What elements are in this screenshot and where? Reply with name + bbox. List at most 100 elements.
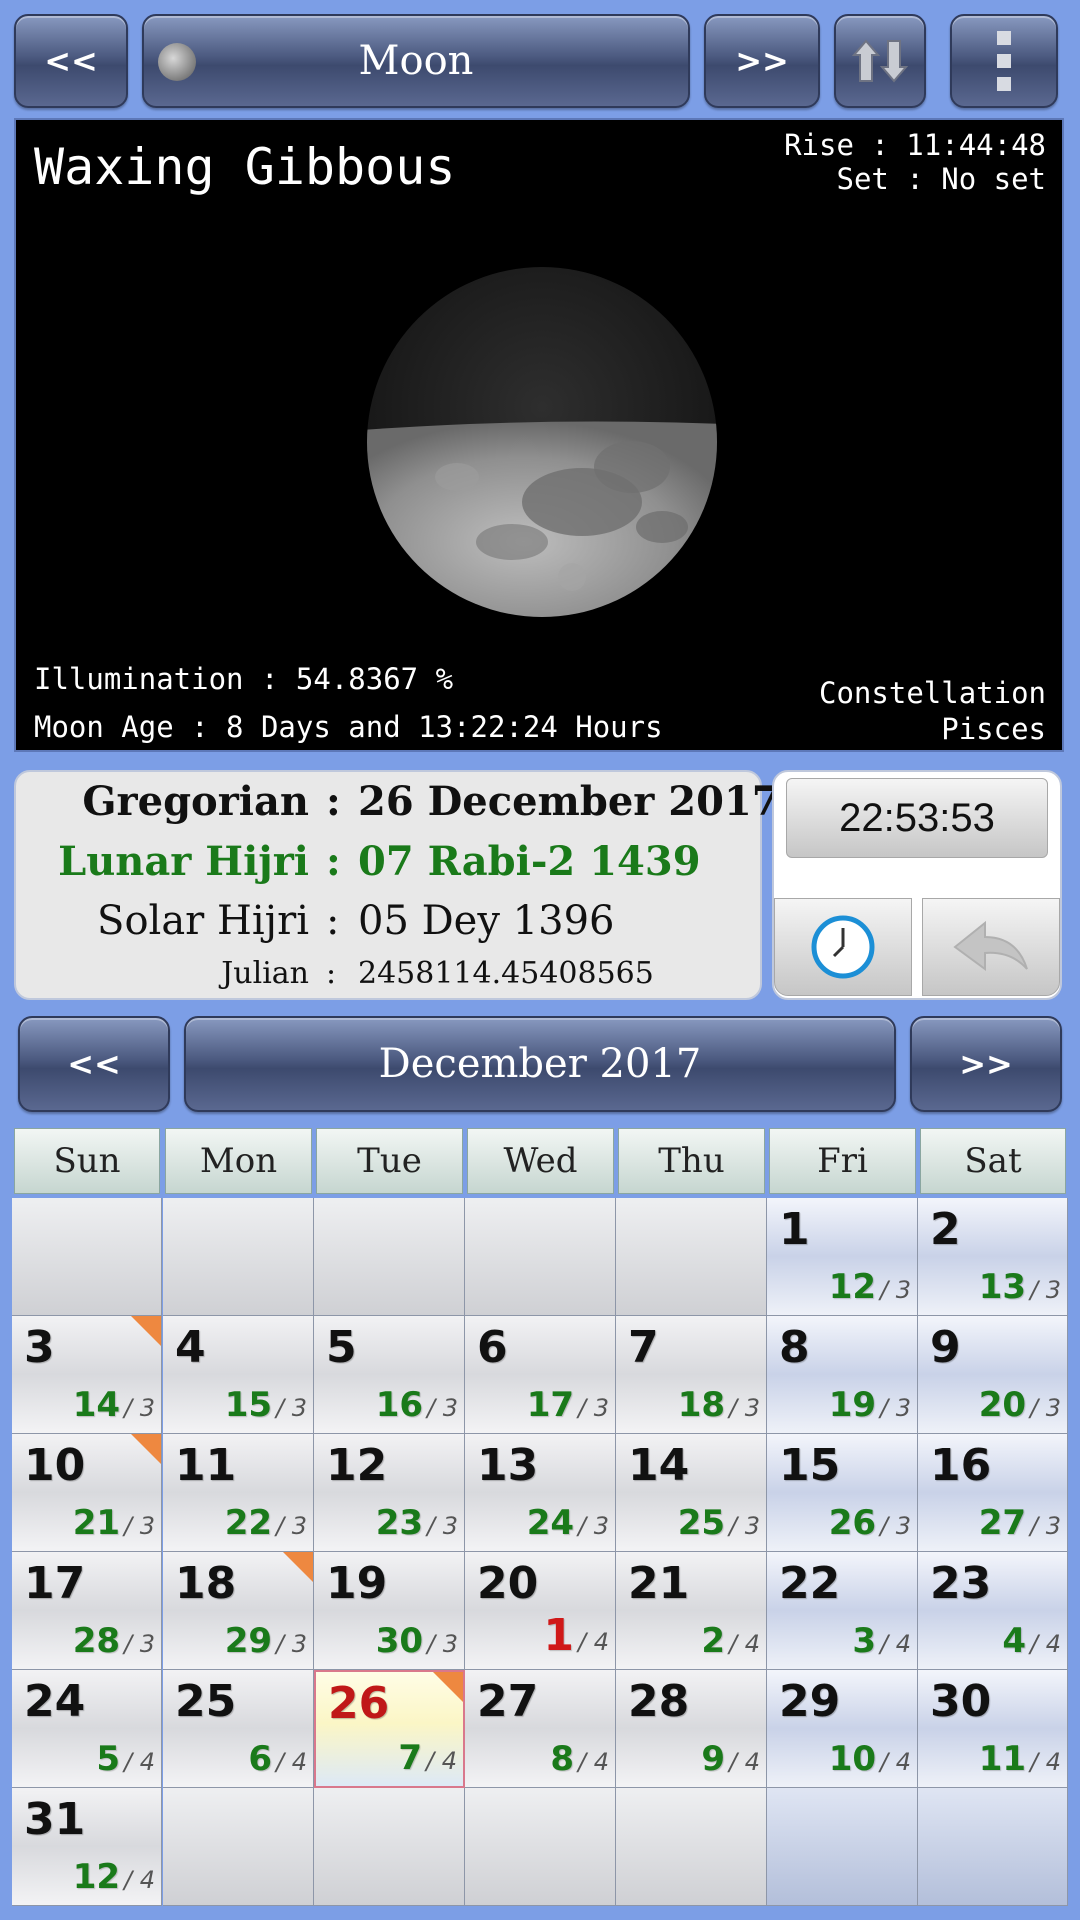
next-day-button[interactable]: >> bbox=[704, 14, 820, 108]
date-info-panel: Gregorian : 26 December 2017 Lunar Hijri… bbox=[14, 770, 780, 1000]
prev-month-button[interactable]: << bbox=[18, 1016, 170, 1112]
gregorian-day-number: 2 bbox=[930, 1204, 961, 1255]
hijri-date: 24/ 3 bbox=[527, 1503, 609, 1543]
month-title-button[interactable]: December 2017 bbox=[184, 1016, 896, 1112]
calendar-day-17[interactable]: 17 28/ 3 bbox=[12, 1552, 162, 1670]
event-marker-icon bbox=[433, 1672, 463, 1702]
swap-button[interactable] bbox=[834, 14, 926, 108]
hijri-month-number: / 3 bbox=[124, 1512, 155, 1540]
gregorian-day-number: 12 bbox=[326, 1440, 388, 1491]
calendar-empty-cell[interactable] bbox=[163, 1788, 314, 1906]
hijri-month-number: / 4 bbox=[578, 1748, 609, 1776]
hijri-date: 10/ 4 bbox=[829, 1739, 911, 1779]
gregorian-day-number: 25 bbox=[175, 1676, 237, 1727]
overflow-menu-button[interactable] bbox=[950, 14, 1058, 108]
calendar-day-25[interactable]: 25 6/ 4 bbox=[163, 1670, 314, 1788]
gregorian-day-number: 30 bbox=[930, 1676, 992, 1727]
calendar-day-13[interactable]: 13 24/ 3 bbox=[465, 1434, 616, 1552]
calendar-day-27[interactable]: 27 8/ 4 bbox=[465, 1670, 616, 1788]
time-display-button[interactable]: 22:53:53 bbox=[786, 778, 1048, 858]
calendar-day-14[interactable]: 14 25/ 3 bbox=[616, 1434, 767, 1552]
hijri-month-number: / 3 bbox=[1030, 1276, 1061, 1304]
weekday-header-sun: Sun bbox=[14, 1128, 160, 1194]
calendar-day-15[interactable]: 15 26/ 3 bbox=[767, 1434, 918, 1552]
gregorian-day-number: 24 bbox=[24, 1676, 86, 1727]
hijri-day-number: 23 bbox=[375, 1503, 424, 1543]
hijri-month-number: / 3 bbox=[276, 1630, 307, 1658]
reset-button[interactable] bbox=[922, 898, 1060, 996]
calendar-empty-cell[interactable] bbox=[616, 1198, 767, 1316]
gregorian-day-number: 8 bbox=[779, 1322, 810, 1373]
calendar-day-30[interactable]: 30 11/ 4 bbox=[918, 1670, 1068, 1788]
calendar-day-7[interactable]: 7 18/ 3 bbox=[616, 1316, 767, 1434]
calendar-empty-cell[interactable] bbox=[314, 1198, 465, 1316]
calendar-empty-cell[interactable] bbox=[767, 1788, 918, 1906]
hijri-date: 17/ 3 bbox=[527, 1385, 609, 1425]
lunar-hijri-value: 07 Rabi-2 1439 bbox=[358, 838, 701, 885]
calendar-day-2[interactable]: 2 13/ 3 bbox=[918, 1198, 1068, 1316]
gregorian-day-number: 15 bbox=[779, 1440, 841, 1491]
calendar-day-24[interactable]: 24 5/ 4 bbox=[12, 1670, 162, 1788]
top-title: Moon bbox=[358, 38, 474, 84]
hijri-date: 5/ 4 bbox=[96, 1739, 155, 1779]
hijri-day-number: 20 bbox=[978, 1385, 1027, 1425]
hijri-month-number: / 4 bbox=[729, 1630, 760, 1658]
calendar-day-12[interactable]: 12 23/ 3 bbox=[314, 1434, 465, 1552]
weekday-header-mon: Mon bbox=[165, 1128, 312, 1194]
calendar-empty-cell[interactable] bbox=[616, 1788, 767, 1906]
hijri-month-number: / 3 bbox=[729, 1394, 760, 1422]
calendar-day-3[interactable]: 3 14/ 3 bbox=[12, 1316, 162, 1434]
clock-panel: 22:53:53 bbox=[772, 770, 1062, 1000]
calendar-day-4[interactable]: 4 15/ 3 bbox=[163, 1316, 314, 1434]
solar-hijri-value: 05 Dey 1396 bbox=[358, 898, 615, 944]
calendar-day-28[interactable]: 28 9/ 4 bbox=[616, 1670, 767, 1788]
moon-image bbox=[367, 267, 717, 617]
calendar-empty-cell[interactable] bbox=[465, 1788, 616, 1906]
calendar-day-10[interactable]: 10 21/ 3 bbox=[12, 1434, 162, 1552]
calendar-empty-cell[interactable] bbox=[12, 1198, 162, 1316]
clock-button[interactable] bbox=[774, 898, 912, 996]
calendar-day-26[interactable]: 26 7/ 4 bbox=[314, 1670, 465, 1788]
calendar-day-31[interactable]: 31 12/ 4 bbox=[12, 1788, 162, 1906]
calendar-day-16[interactable]: 16 27/ 3 bbox=[918, 1434, 1068, 1552]
calendar-empty-cell[interactable] bbox=[918, 1788, 1068, 1906]
hijri-day-number: 5 bbox=[96, 1739, 121, 1779]
hijri-day-number: 26 bbox=[828, 1503, 877, 1543]
calendar-day-5[interactable]: 5 16/ 3 bbox=[314, 1316, 465, 1434]
calendar-day-29[interactable]: 29 10/ 4 bbox=[767, 1670, 918, 1788]
calendar-empty-cell[interactable] bbox=[465, 1198, 616, 1316]
calendar-day-11[interactable]: 11 22/ 3 bbox=[163, 1434, 314, 1552]
hijri-date: 8/ 4 bbox=[550, 1739, 609, 1779]
moon-age-text: Moon Age : 8 Days and 13:22:24 Hours bbox=[34, 710, 663, 744]
hijri-month-number: / 3 bbox=[124, 1630, 155, 1658]
gregorian-day-number: 10 bbox=[24, 1440, 86, 1491]
hijri-day-number: 2 bbox=[701, 1621, 726, 1661]
calendar-empty-cell[interactable] bbox=[314, 1788, 465, 1906]
next-month-button[interactable]: >> bbox=[910, 1016, 1062, 1112]
hijri-month-number: / 4 bbox=[426, 1747, 457, 1775]
calendar-day-6[interactable]: 6 17/ 3 bbox=[465, 1316, 616, 1434]
hijri-month-number: / 4 bbox=[276, 1748, 307, 1776]
hijri-date: 11/ 4 bbox=[979, 1739, 1061, 1779]
gregorian-day-number: 13 bbox=[477, 1440, 539, 1491]
moon-set-time: Set : No set bbox=[836, 162, 1046, 196]
calendar-day-21[interactable]: 21 2/ 4 bbox=[616, 1552, 767, 1670]
calendar-day-18[interactable]: 18 29/ 3 bbox=[163, 1552, 314, 1670]
prev-day-button[interactable]: << bbox=[14, 14, 128, 108]
gregorian-value: 26 December 2017 bbox=[358, 778, 780, 825]
calendar-day-19[interactable]: 19 30/ 3 bbox=[314, 1552, 465, 1670]
gregorian-day-number: 14 bbox=[628, 1440, 690, 1491]
moon-title-button[interactable]: Moon bbox=[142, 14, 690, 108]
calendar-day-8[interactable]: 8 19/ 3 bbox=[767, 1316, 918, 1434]
gregorian-day-number: 31 bbox=[24, 1794, 86, 1845]
calendar-day-9[interactable]: 9 20/ 3 bbox=[918, 1316, 1068, 1434]
calendar-day-22[interactable]: 22 3/ 4 bbox=[767, 1552, 918, 1670]
hijri-date: 25/ 3 bbox=[678, 1503, 760, 1543]
calendar-day-20[interactable]: 20 1/ 4 bbox=[465, 1552, 616, 1670]
calendar-day-1[interactable]: 1 12/ 3 bbox=[767, 1198, 918, 1316]
gregorian-day-number: 6 bbox=[477, 1322, 508, 1373]
event-marker-icon bbox=[283, 1552, 313, 1582]
calendar-day-23[interactable]: 23 4/ 4 bbox=[918, 1552, 1068, 1670]
hijri-date: 2/ 4 bbox=[701, 1621, 760, 1661]
calendar-empty-cell[interactable] bbox=[163, 1198, 314, 1316]
